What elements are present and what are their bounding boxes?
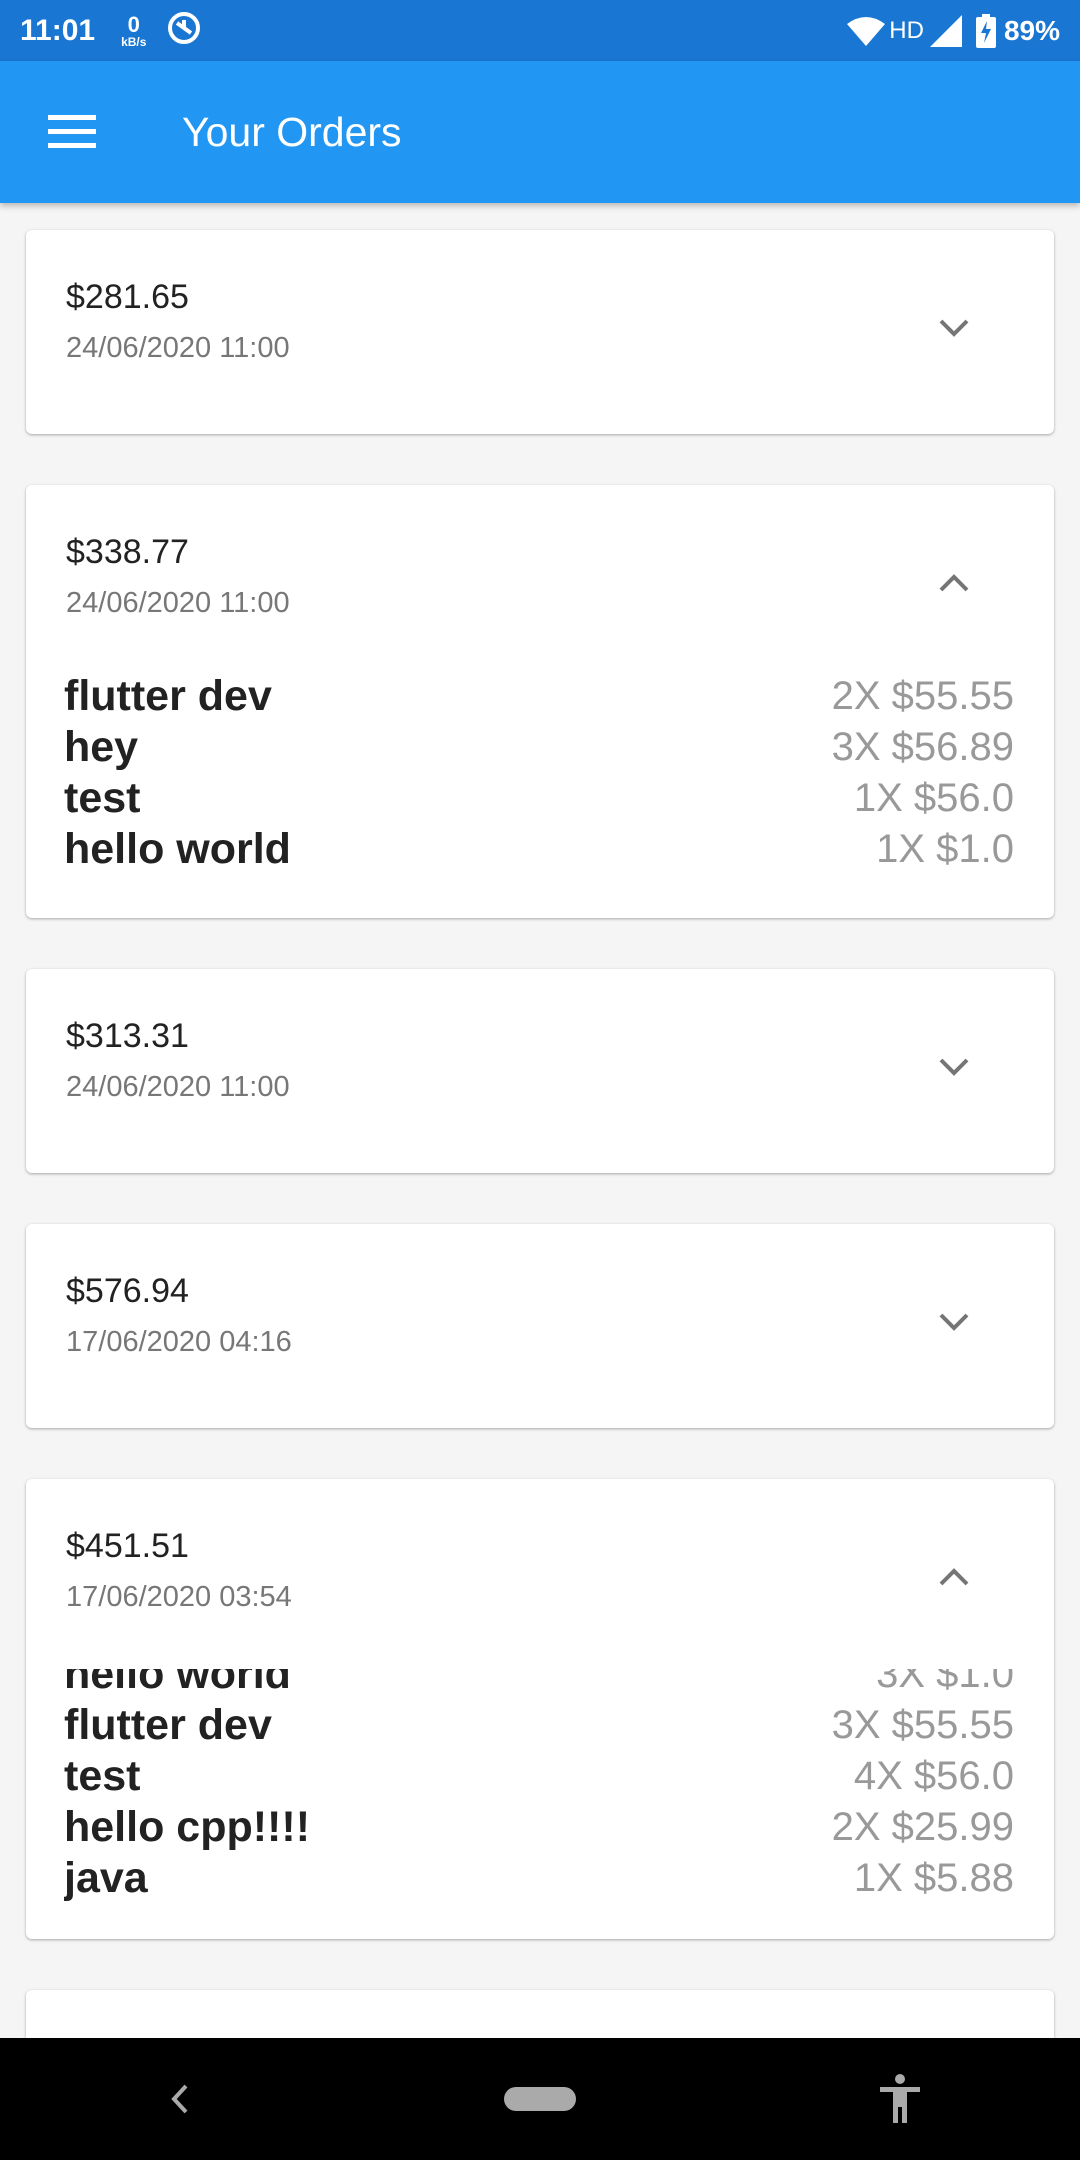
order-date: 24/06/2020 11:00 xyxy=(66,1071,290,1103)
expand-button[interactable] xyxy=(924,1292,984,1352)
net-speed-unit: kB/s xyxy=(121,34,147,49)
order-date: 24/06/2020 11:00 xyxy=(66,587,290,619)
back-icon xyxy=(171,2084,188,2114)
item-name: test xyxy=(64,1752,141,1800)
order-amount: $451.51 xyxy=(66,1527,189,1565)
item-quantity-price: 2X $25.99 xyxy=(831,1805,1014,1849)
order-item-row: java 1X $5.88 xyxy=(64,1853,1014,1904)
item-name: flutter dev xyxy=(64,672,272,720)
order-card: $451.51 17/06/2020 03:54 hello world 3X … xyxy=(26,1479,1054,1939)
order-card-header: $281.65 24/06/2020 11:00 xyxy=(26,230,1054,434)
order-card-header: $313.31 24/06/2020 11:00 xyxy=(26,969,1054,1173)
item-name: hello world xyxy=(64,1669,291,1698)
item-name: hello cpp!!!! xyxy=(64,1803,311,1851)
order-card-header: $576.94 17/06/2020 04:16 xyxy=(26,1224,1054,1428)
item-quantity-price: 1X $56.0 xyxy=(853,776,1014,820)
cell-signal-icon xyxy=(929,14,962,47)
menu-icon xyxy=(48,115,96,148)
order-items: flutter dev 2X $55.55 hey 3X $56.89 test… xyxy=(64,671,1014,879)
page-title: Your Orders xyxy=(182,108,402,155)
status-right: HD 89% xyxy=(847,13,1060,48)
chevron-down-icon xyxy=(939,1313,969,1331)
order-card: $338.77 24/06/2020 11:00 flutter dev 2X … xyxy=(26,485,1054,918)
back-button[interactable] xyxy=(120,2049,240,2149)
order-item-row: test 1X $56.0 xyxy=(64,773,1014,824)
item-name: hey xyxy=(64,723,139,771)
battery-charging-icon xyxy=(975,13,996,48)
home-button[interactable] xyxy=(480,2049,600,2149)
data-saver-icon xyxy=(166,10,202,51)
order-item-row: hello world 3X $1.0 xyxy=(64,1669,1014,1700)
order-date: 24/06/2020 11:00 xyxy=(66,332,290,364)
app-bar: Your Orders xyxy=(0,61,1080,203)
status-left: 11:01 0 kB/s xyxy=(20,10,202,51)
accessibility-button[interactable] xyxy=(840,2049,960,2149)
item-name: java xyxy=(64,1854,148,1902)
order-amount: $281.65 xyxy=(66,278,189,316)
order-amount: $338.77 xyxy=(66,533,189,571)
orders-list[interactable]: $281.65 24/06/2020 11:00 $338.77 24/06/2… xyxy=(0,203,1080,2038)
battery-percent: 89% xyxy=(1003,14,1060,46)
order-items: hello world 3X $1.0 flutter dev 3X $55.5… xyxy=(64,1669,1014,1904)
item-quantity-price: 3X $56.89 xyxy=(831,725,1014,769)
order-card-header: $451.51 17/06/2020 03:54 xyxy=(26,1479,1054,1683)
order-card: $281.65 24/06/2020 11:00 xyxy=(26,230,1054,434)
order-item-row: flutter dev 2X $55.55 xyxy=(64,671,1014,722)
chevron-up-icon xyxy=(939,1568,969,1586)
chevron-down-icon xyxy=(939,319,969,337)
expand-button[interactable] xyxy=(924,298,984,358)
chevron-up-icon xyxy=(939,574,969,592)
system-navigation-bar xyxy=(0,2038,1080,2160)
item-quantity-price: 1X $5.88 xyxy=(853,1856,1014,1900)
order-item-row: hello world 1X $1.0 xyxy=(64,824,1014,875)
order-item-row: test 4X $56.0 xyxy=(64,1751,1014,1802)
order-card[interactable] xyxy=(26,1990,1054,2038)
item-name: flutter dev xyxy=(64,1701,272,1749)
net-speed-indicator: 0 kB/s xyxy=(121,11,147,49)
item-quantity-price: 4X $56.0 xyxy=(853,1754,1014,1798)
item-name: test xyxy=(64,774,141,822)
order-card: $576.94 17/06/2020 04:16 xyxy=(26,1224,1054,1428)
wifi-icon xyxy=(847,16,886,46)
order-card: $313.31 24/06/2020 11:00 xyxy=(26,969,1054,1173)
item-quantity-price: 2X $55.55 xyxy=(831,674,1014,718)
net-speed-value: 0 xyxy=(127,11,140,37)
home-pill-icon xyxy=(504,2087,576,2111)
menu-button[interactable] xyxy=(36,96,108,168)
expand-button[interactable] xyxy=(924,1037,984,1097)
order-amount: $576.94 xyxy=(66,1272,189,1310)
accessibility-icon xyxy=(880,2074,920,2123)
collapse-button[interactable] xyxy=(924,553,984,613)
order-date: 17/06/2020 03:54 xyxy=(66,1581,292,1613)
status-bar: 11:01 0 kB/s HD 89% xyxy=(0,0,1080,61)
status-time: 11:01 xyxy=(20,13,96,47)
collapse-button[interactable] xyxy=(924,1547,984,1607)
item-name: hello world xyxy=(64,825,291,873)
order-date: 17/06/2020 04:16 xyxy=(66,1326,292,1358)
chevron-down-icon xyxy=(939,1058,969,1076)
order-item-row: flutter dev 3X $55.55 xyxy=(64,1700,1014,1751)
order-items-scroll[interactable]: hello world 3X $1.0 flutter dev 3X $55.5… xyxy=(64,1669,1014,1909)
item-quantity-price: 3X $55.55 xyxy=(831,1703,1014,1747)
order-card-header: $338.77 24/06/2020 11:00 xyxy=(26,485,1054,689)
network-type: HD xyxy=(889,16,924,44)
item-quantity-price: 3X $1.0 xyxy=(876,1669,1014,1696)
order-item-row: hey 3X $56.89 xyxy=(64,722,1014,773)
order-item-row: hello cpp!!!! 2X $25.99 xyxy=(64,1802,1014,1853)
order-amount: $313.31 xyxy=(66,1017,189,1055)
item-quantity-price: 1X $1.0 xyxy=(876,827,1014,871)
